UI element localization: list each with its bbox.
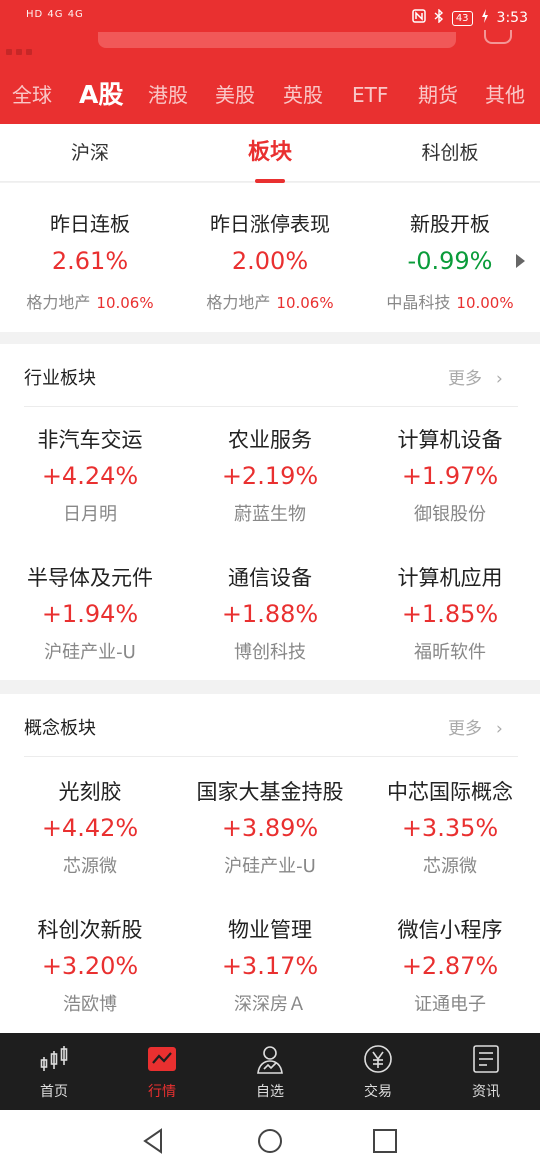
nfc-icon [412, 9, 426, 27]
battery-icon: 43 [451, 10, 473, 26]
status-bar: HD 4G 4G 43 3:53 [0, 0, 540, 36]
stat-leader: 中晶科技 10.00% [386, 293, 514, 312]
more-button[interactable]: 更多 › [448, 714, 503, 739]
limit-up-stats: 昨日连板 2.61% 格力地产 10.06% 昨日涨停表现 2.00% 格力地产 1… [0, 183, 540, 332]
signal-indicators: HD 4G 4G [26, 9, 84, 20]
recents-icon[interactable] [370, 1126, 400, 1156]
stat-value: 2.61% [51, 247, 129, 275]
more-button[interactable]: 更多 › [448, 364, 503, 389]
home-icon[interactable] [255, 1126, 285, 1156]
stat-value: 2.00% [231, 247, 309, 275]
stat-title: 昨日连板 [50, 212, 130, 236]
watchlist-user-icon [257, 1046, 283, 1074]
stat-leader: 格力地产 10.06% [206, 293, 334, 312]
clock: 3:53 [496, 10, 528, 26]
bottom-nav: 首页 行情 自选 交易 资讯 [0, 1033, 540, 1110]
tab-uk[interactable]: 英股 [283, 76, 323, 114]
section-header: 行业板块 更多 › [0, 344, 540, 408]
section-title: 概念板块 [24, 718, 96, 739]
bluetooth-icon [434, 8, 444, 27]
yen-coin-icon [364, 1045, 392, 1073]
tab-futures[interactable]: 期货 [418, 76, 458, 114]
tab-us[interactable]: 美股 [215, 76, 255, 114]
sub-tabs: 沪深 板块 科创板 [0, 124, 540, 182]
divider [24, 406, 518, 407]
tab-a-share[interactable]: A股 [79, 76, 123, 114]
market-tabs: 全球 A股 港股 美股 英股 ETF 期货 其他 [0, 76, 540, 114]
stat-leader: 格力地产 10.06% [26, 293, 154, 312]
nav-home[interactable]: 首页 [0, 1033, 108, 1110]
industry-sector-section: 行业板块 更多 › 非汽车交运 +4.24% 日月明 农业服务 +2.19% 蔚蓝… [0, 344, 540, 680]
nav-watchlist[interactable]: 自选 [216, 1033, 324, 1110]
status-right: 43 3:53 [412, 8, 528, 27]
stat-title: 昨日涨停表现 [210, 212, 330, 236]
chevron-right-icon: › [496, 719, 503, 739]
divider [24, 756, 518, 757]
chevron-right-icon: › [496, 369, 503, 389]
stat-value: -0.99% [407, 247, 493, 275]
section-title: 行业板块 [24, 368, 96, 389]
header-decoration [6, 40, 46, 55]
search-bar[interactable] [98, 32, 456, 48]
header-action-icon[interactable] [484, 30, 512, 44]
tab-hk[interactable]: 港股 [148, 76, 188, 114]
section-header: 概念板块 更多 › [0, 694, 540, 758]
system-nav-bar [0, 1110, 540, 1170]
tab-sectors[interactable]: 板块 [180, 124, 360, 182]
tab-shanghai-shenzhen[interactable]: 沪深 [0, 124, 180, 182]
candlestick-icon [40, 1046, 68, 1071]
tab-global[interactable]: 全球 [12, 76, 52, 114]
concept-sector-section: 概念板块 更多 › 光刻胶 +4.42% 芯源微 国家大基金持股 +3.89% 沪… [0, 694, 540, 1033]
tab-etf[interactable]: ETF [352, 76, 388, 114]
nav-news[interactable]: 资讯 [432, 1033, 540, 1110]
news-document-icon [473, 1045, 499, 1073]
tab-other[interactable]: 其他 [485, 76, 525, 114]
app-header: HD 4G 4G 43 3:53 全球 A股 港股 美股 英股 ETF 期货 其… [0, 0, 540, 124]
market-chart-icon [148, 1047, 176, 1071]
stat-title: 新股开板 [410, 212, 490, 236]
nav-market[interactable]: 行情 [108, 1033, 216, 1110]
nav-trade[interactable]: 交易 [324, 1033, 432, 1110]
tab-star-market[interactable]: 科创板 [360, 124, 540, 182]
back-icon[interactable] [139, 1126, 169, 1156]
scroll-right-icon[interactable] [516, 254, 525, 268]
charging-icon [481, 9, 489, 27]
